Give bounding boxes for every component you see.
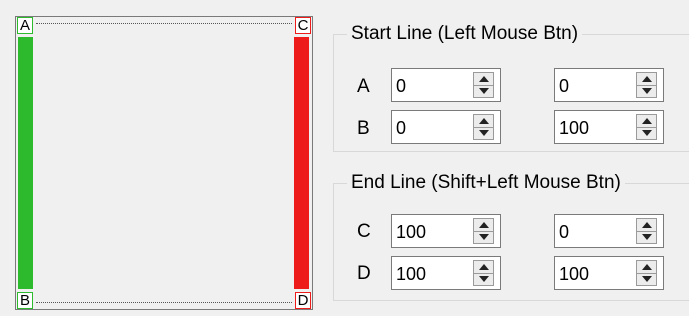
end-line-bar bbox=[294, 37, 309, 289]
a-x-spinbox[interactable]: 0 bbox=[391, 68, 501, 102]
spin-buttons bbox=[636, 72, 657, 98]
c-y-spinbox[interactable]: 0 bbox=[554, 214, 664, 248]
triangle-down-icon bbox=[642, 276, 652, 282]
spin-down-button[interactable] bbox=[474, 85, 493, 97]
b-y-value[interactable]: 100 bbox=[559, 111, 629, 143]
triangle-down-icon bbox=[479, 234, 489, 240]
corner-b-handle[interactable]: B bbox=[17, 292, 33, 309]
triangle-up-icon bbox=[479, 76, 489, 82]
triangle-up-icon bbox=[479, 264, 489, 270]
row-label-d: D bbox=[357, 263, 371, 284]
start-line-title: Start Line (Left Mouse Btn) bbox=[347, 22, 583, 46]
row-label-b: B bbox=[357, 118, 370, 139]
triangle-down-icon bbox=[479, 88, 489, 94]
d-x-spinbox[interactable]: 100 bbox=[391, 256, 501, 290]
spin-down-button[interactable] bbox=[637, 85, 656, 97]
spin-buttons bbox=[636, 218, 657, 244]
start-line-bar bbox=[18, 37, 33, 289]
corner-a-handle[interactable]: A bbox=[17, 17, 33, 34]
triangle-up-icon bbox=[642, 264, 652, 270]
triangle-up-icon bbox=[479, 222, 489, 228]
spin-down-button[interactable] bbox=[474, 127, 493, 139]
spin-down-button[interactable] bbox=[474, 231, 493, 243]
spin-buttons bbox=[473, 114, 494, 140]
triangle-down-icon bbox=[642, 130, 652, 136]
triangle-down-icon bbox=[642, 88, 652, 94]
spin-buttons bbox=[636, 114, 657, 140]
a-y-spinbox[interactable]: 0 bbox=[554, 68, 664, 102]
triangle-up-icon bbox=[479, 118, 489, 124]
triangle-down-icon bbox=[479, 276, 489, 282]
d-y-spinbox[interactable]: 100 bbox=[554, 256, 664, 290]
spin-down-button[interactable] bbox=[637, 273, 656, 285]
corner-d-handle[interactable]: D bbox=[295, 292, 311, 309]
a-y-value[interactable]: 0 bbox=[559, 69, 629, 101]
spin-down-button[interactable] bbox=[474, 273, 493, 285]
line-preview-canvas[interactable]: A B C D bbox=[15, 16, 313, 310]
bottom-dotted-guide bbox=[36, 302, 292, 303]
end-line-group: End Line (Shift+Left Mouse Btn) C 100 0 … bbox=[333, 171, 689, 301]
spin-buttons bbox=[473, 260, 494, 286]
start-line-group: Start Line (Left Mouse Btn) A 0 0 B 0 10… bbox=[333, 22, 689, 152]
c-x-value[interactable]: 100 bbox=[396, 215, 466, 247]
spin-down-button[interactable] bbox=[637, 231, 656, 243]
spin-buttons bbox=[473, 72, 494, 98]
triangle-up-icon bbox=[642, 118, 652, 124]
top-dotted-guide bbox=[36, 23, 292, 24]
end-line-title: End Line (Shift+Left Mouse Btn) bbox=[347, 171, 625, 195]
row-label-c: C bbox=[357, 221, 371, 242]
triangle-down-icon bbox=[642, 234, 652, 240]
corner-c-handle[interactable]: C bbox=[295, 17, 311, 34]
d-x-value[interactable]: 100 bbox=[396, 257, 466, 289]
a-x-value[interactable]: 0 bbox=[396, 69, 466, 101]
triangle-up-icon bbox=[642, 222, 652, 228]
row-label-a: A bbox=[357, 76, 370, 97]
b-x-spinbox[interactable]: 0 bbox=[391, 110, 501, 144]
b-x-value[interactable]: 0 bbox=[396, 111, 466, 143]
spin-buttons bbox=[636, 260, 657, 286]
triangle-down-icon bbox=[479, 130, 489, 136]
c-x-spinbox[interactable]: 100 bbox=[391, 214, 501, 248]
spin-down-button[interactable] bbox=[637, 127, 656, 139]
triangle-up-icon bbox=[642, 76, 652, 82]
c-y-value[interactable]: 0 bbox=[559, 215, 629, 247]
d-y-value[interactable]: 100 bbox=[559, 257, 629, 289]
spin-buttons bbox=[473, 218, 494, 244]
b-y-spinbox[interactable]: 100 bbox=[554, 110, 664, 144]
